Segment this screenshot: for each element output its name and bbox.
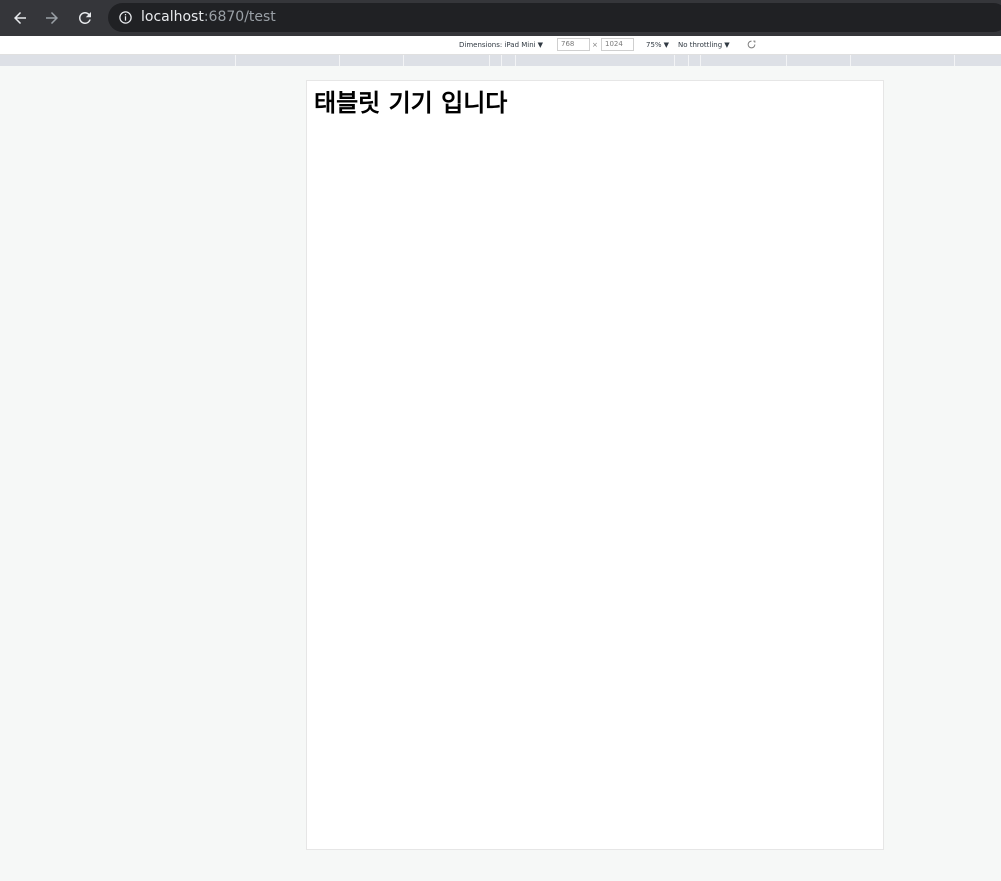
ruler-tick (786, 55, 787, 66)
url-path: :6870/test (203, 9, 276, 25)
throttling-dropdown[interactable]: No throttling ▼ (678, 40, 730, 50)
chevron-down-icon: ▼ (663, 41, 669, 49)
ruler-tick (674, 55, 675, 66)
device-viewport: 태블릿 기기 입니다 (306, 80, 884, 850)
zoom-dropdown[interactable]: 75% ▼ (646, 40, 669, 50)
throttling-label: No throttling (678, 41, 723, 49)
page-heading: 태블릿 기기 입니다 (314, 89, 508, 117)
url-text[interactable]: localhost:6870/test (141, 8, 276, 27)
info-icon[interactable] (118, 10, 133, 25)
ruler-tick (700, 55, 701, 66)
ruler-tick (954, 55, 955, 66)
ruler-tick (339, 55, 340, 66)
forward-button[interactable] (40, 6, 64, 30)
url-host: localhost (141, 9, 204, 25)
reload-button[interactable] (73, 6, 97, 30)
browser-toolbar: localhost:6870/test (0, 0, 1001, 36)
ruler-tick (515, 55, 516, 66)
rotate-icon[interactable] (747, 40, 756, 49)
ruler-tick (850, 55, 851, 66)
chevron-down-icon: ▼ (537, 41, 544, 49)
ruler-tick (688, 55, 689, 66)
arrow-right-icon (46, 12, 58, 24)
width-input[interactable]: 768 (557, 38, 590, 51)
chevron-down-icon: ▼ (724, 41, 730, 49)
media-query-ruler[interactable] (0, 55, 1001, 66)
zoom-label: 75% (646, 41, 662, 49)
times-separator: × (592, 41, 598, 49)
ruler-tick (403, 55, 404, 66)
ruler-tick (501, 55, 502, 66)
arrow-left-icon (14, 12, 26, 24)
device-toolbar: Dimensions: iPad Mini ▼ 768 × 1024 75% ▼ N… (0, 36, 1001, 55)
height-input[interactable]: 1024 (601, 38, 634, 51)
ruler-tick (235, 55, 236, 66)
dimensions-dropdown[interactable]: Dimensions: iPad Mini ▼ (459, 40, 543, 50)
address-bar[interactable]: localhost:6870/test (108, 3, 1001, 32)
dimensions-label: Dimensions: iPad Mini (459, 41, 536, 49)
ruler-tick (489, 55, 490, 66)
back-button[interactable] (8, 6, 32, 30)
reload-icon (79, 11, 91, 24)
